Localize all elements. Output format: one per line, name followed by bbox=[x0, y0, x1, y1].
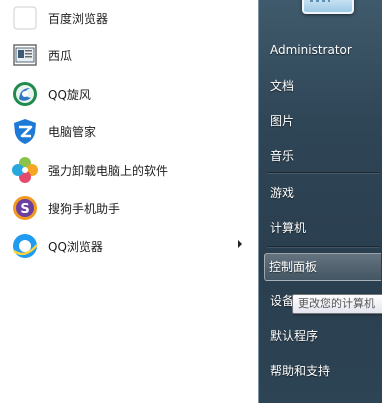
right-item-games[interactable]: 游戏 bbox=[266, 180, 382, 206]
program-item-qq-browser[interactable]: QQ浏览器 bbox=[4, 229, 254, 263]
program-item-xigua[interactable]: 西瓜 bbox=[4, 38, 254, 72]
program-label: 搜狗手机助手 bbox=[48, 202, 121, 216]
divider bbox=[267, 172, 379, 173]
start-menu-program-list: 百度浏览器 西瓜 QQ旋风 电脑管家 强力卸载电脑上的软件 S 搜狗手机助手 Q… bbox=[0, 0, 258, 403]
program-item-uninstaller[interactable]: 强力卸载电脑上的软件 bbox=[4, 153, 254, 187]
program-label: QQ浏览器 bbox=[48, 240, 103, 254]
qq-browser-icon bbox=[13, 234, 38, 258]
program-item-baidu-browser[interactable]: 百度浏览器 bbox=[4, 1, 254, 35]
control-panel-tooltip: 更改您的计算机 bbox=[292, 294, 382, 314]
right-item-help-support[interactable]: 帮助和支持 bbox=[266, 358, 382, 384]
right-item-pictures[interactable]: 图片 bbox=[266, 108, 382, 134]
program-label: 百度浏览器 bbox=[48, 12, 109, 26]
right-item-documents[interactable]: 文档 bbox=[266, 73, 382, 99]
program-label: 强力卸载电脑上的软件 bbox=[48, 164, 169, 178]
right-item-default-programs[interactable]: 默认程序 bbox=[266, 323, 382, 349]
user-picture-icon[interactable] bbox=[302, 0, 354, 14]
program-item-sogou-assistant[interactable]: S 搜狗手机助手 bbox=[4, 191, 254, 225]
program-item-pc-manager[interactable]: 电脑管家 bbox=[4, 114, 254, 148]
right-item-control-panel[interactable]: 控制面板 bbox=[264, 253, 381, 281]
program-item-qq-xuanfeng[interactable]: QQ旋风 bbox=[4, 77, 254, 111]
svg-text:S: S bbox=[20, 202, 29, 217]
right-item-computer[interactable]: 计算机 bbox=[266, 215, 382, 241]
qq-xuanfeng-icon bbox=[13, 82, 37, 106]
sogou-phone-assistant-icon: S bbox=[13, 196, 37, 220]
divider bbox=[267, 246, 379, 247]
baidu-browser-icon bbox=[13, 6, 37, 30]
program-label: 西瓜 bbox=[48, 49, 73, 63]
right-item-user[interactable]: Administrator bbox=[266, 37, 382, 63]
start-menu-right-panel: Administrator 文档 图片 音乐 游戏 计算机 控制面板 设备 默认… bbox=[258, 0, 382, 403]
uninstaller-pinwheel-icon bbox=[12, 157, 38, 183]
program-label: 电脑管家 bbox=[48, 125, 97, 139]
xigua-icon bbox=[13, 44, 37, 66]
right-item-music[interactable]: 音乐 bbox=[266, 143, 382, 169]
pc-manager-shield-icon bbox=[14, 119, 36, 144]
program-label: QQ旋风 bbox=[48, 88, 91, 102]
submenu-arrow-icon[interactable] bbox=[238, 240, 242, 248]
